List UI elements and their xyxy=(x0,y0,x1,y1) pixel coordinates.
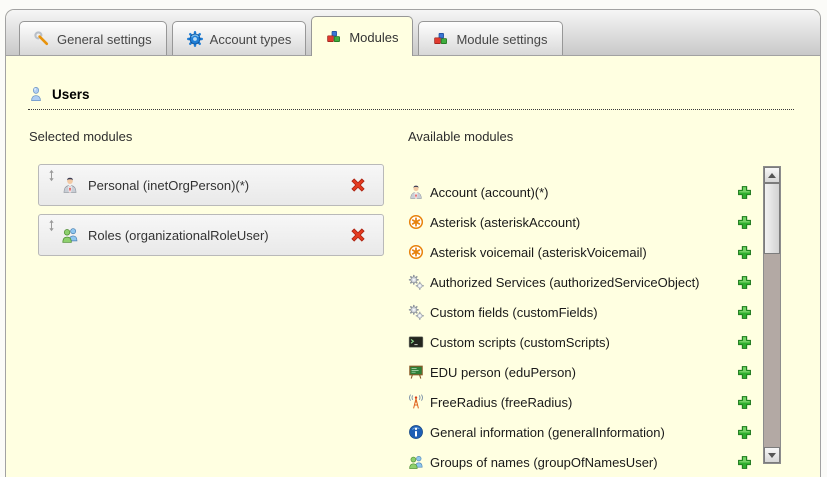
available-module: Asterisk (asteriskAccount) xyxy=(408,214,737,230)
available-module-row: Custom fields (customFields) xyxy=(408,297,752,327)
available-module: Groups of names (groupOfNamesUser) xyxy=(408,454,737,470)
plus-icon xyxy=(737,455,752,470)
add-module-button[interactable] xyxy=(737,215,752,230)
selected-module-item[interactable]: Roles (organizationalRoleUser) xyxy=(38,214,384,256)
wrench-icon xyxy=(34,31,50,47)
available-module-row: General information (generalInformation) xyxy=(408,417,752,447)
available-modules-list: Account (account)(*) Asterisk (asteriskAc… xyxy=(408,177,752,477)
add-module-button[interactable] xyxy=(737,275,752,290)
available-modules-heading: Available modules xyxy=(408,129,513,144)
scrollbar[interactable] xyxy=(763,166,781,464)
scroll-up-button[interactable] xyxy=(764,167,780,183)
available-module-row: Custom scripts (customScripts) xyxy=(408,327,752,357)
tab-label: General settings xyxy=(57,32,152,47)
available-module: General information (generalInformation) xyxy=(408,424,737,440)
account-types-icon xyxy=(187,31,203,47)
plus-icon xyxy=(737,335,752,350)
add-module-button[interactable] xyxy=(737,185,752,200)
drag-handle-icon[interactable] xyxy=(47,169,56,182)
add-module-button[interactable] xyxy=(737,245,752,260)
tab-label: Modules xyxy=(349,30,398,45)
tab-bar: General settings Account types Modules Modu… xyxy=(6,10,820,56)
terminal-icon xyxy=(408,334,424,350)
available-module: Custom scripts (customScripts) xyxy=(408,334,737,350)
available-module-label: FreeRadius (freeRadius) xyxy=(430,395,572,410)
available-module-label: EDU person (eduPerson) xyxy=(430,365,576,380)
delete-icon xyxy=(349,176,367,194)
chalkboard-icon xyxy=(408,364,424,380)
businessman-icon xyxy=(61,176,79,194)
available-module-label: Asterisk (asteriskAccount) xyxy=(430,215,580,230)
plus-icon xyxy=(737,245,752,260)
drag-handle-icon[interactable] xyxy=(47,219,56,232)
group-icon xyxy=(61,226,79,244)
available-module-row: FreeRadius (freeRadius) xyxy=(408,387,752,417)
add-module-button[interactable] xyxy=(737,455,752,470)
config-panel: General settings Account types Modules Modu… xyxy=(5,9,821,477)
available-module-row: Asterisk voicemail (asteriskVoicemail) xyxy=(408,237,752,267)
remove-module-button[interactable] xyxy=(349,226,367,244)
plus-icon xyxy=(737,365,752,380)
tab-modules[interactable]: Modules xyxy=(311,16,413,56)
plus-icon xyxy=(737,275,752,290)
plus-icon xyxy=(737,395,752,410)
asterisk-icon xyxy=(408,244,424,260)
tab-account-types[interactable]: Account types xyxy=(172,21,307,55)
section-title: Users xyxy=(52,87,90,102)
available-module: EDU person (eduPerson) xyxy=(408,364,737,380)
selected-modules-list: Personal (inetOrgPerson)(*) Roles (organi… xyxy=(38,164,384,264)
available-module-label: General information (generalInformation) xyxy=(430,425,665,440)
remove-module-button[interactable] xyxy=(349,176,367,194)
asterisk-icon xyxy=(408,214,424,230)
user-icon xyxy=(28,86,44,102)
available-module: Account (account)(*) xyxy=(408,184,737,200)
module-settings-icon xyxy=(433,31,449,47)
available-module-label: Asterisk voicemail (asteriskVoicemail) xyxy=(430,245,647,260)
tab-general-settings[interactable]: General settings xyxy=(19,21,167,55)
available-module-label: Custom scripts (customScripts) xyxy=(430,335,610,350)
available-module-row: Groups of names (groupOfNamesUser) xyxy=(408,447,752,477)
selected-module-item[interactable]: Personal (inetOrgPerson)(*) xyxy=(38,164,384,206)
available-module: FreeRadius (freeRadius) xyxy=(408,394,737,410)
add-module-button[interactable] xyxy=(737,335,752,350)
tab-label: Account types xyxy=(210,32,292,47)
section-users: Users xyxy=(28,86,794,110)
available-module-label: Groups of names (groupOfNamesUser) xyxy=(430,455,658,470)
plus-icon xyxy=(737,185,752,200)
available-module-row: Authorized Services (authorizedServiceOb… xyxy=(408,267,752,297)
modules-icon xyxy=(326,29,342,45)
plus-icon xyxy=(737,305,752,320)
available-module: Custom fields (customFields) xyxy=(408,304,737,320)
add-module-button[interactable] xyxy=(737,395,752,410)
available-module-row: Account (account)(*) xyxy=(408,177,752,207)
available-module-label: Custom fields (customFields) xyxy=(430,305,598,320)
add-module-button[interactable] xyxy=(737,305,752,320)
plus-icon xyxy=(737,425,752,440)
selected-modules-heading: Selected modules xyxy=(29,129,132,144)
scroll-up-icon xyxy=(768,173,776,178)
scroll-down-button[interactable] xyxy=(764,447,780,463)
available-module-label: Authorized Services (authorizedServiceOb… xyxy=(430,275,700,290)
selected-module-label: Roles (organizationalRoleUser) xyxy=(88,228,349,243)
plus-icon xyxy=(737,215,752,230)
group-icon xyxy=(408,454,424,470)
gears-icon xyxy=(408,274,424,290)
delete-icon xyxy=(349,226,367,244)
info-icon xyxy=(408,424,424,440)
scroll-down-icon xyxy=(768,453,776,458)
available-module-row: EDU person (eduPerson) xyxy=(408,357,752,387)
selected-module-label: Personal (inetOrgPerson)(*) xyxy=(88,178,349,193)
available-module: Authorized Services (authorizedServiceOb… xyxy=(408,274,737,290)
businessman-icon xyxy=(408,184,424,200)
available-module: Asterisk voicemail (asteriskVoicemail) xyxy=(408,244,737,260)
scroll-thumb[interactable] xyxy=(764,183,780,254)
antenna-icon xyxy=(408,394,424,410)
available-module-label: Account (account)(*) xyxy=(430,185,549,200)
available-module-row: Asterisk (asteriskAccount) xyxy=(408,207,752,237)
gears-icon xyxy=(408,304,424,320)
tab-label: Module settings xyxy=(456,32,547,47)
add-module-button[interactable] xyxy=(737,365,752,380)
tab-module-settings[interactable]: Module settings xyxy=(418,21,562,55)
add-module-button[interactable] xyxy=(737,425,752,440)
